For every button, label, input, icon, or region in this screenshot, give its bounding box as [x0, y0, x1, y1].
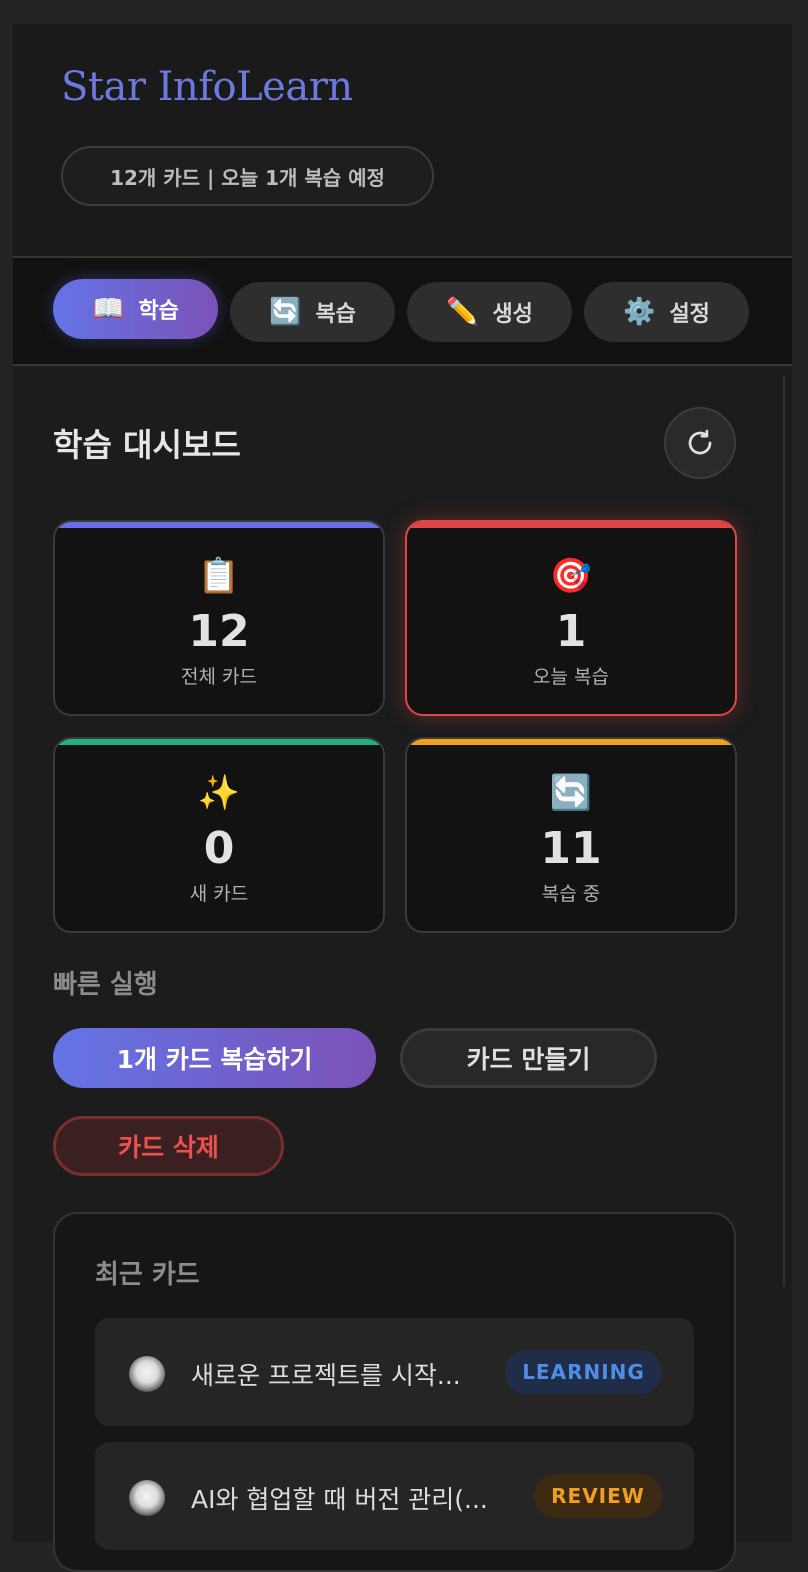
tab-create[interactable]: ✏️ 생성: [407, 282, 572, 342]
dashboard-title: 학습 대시보드: [53, 426, 241, 464]
app-header: Star InfoLearn 12개 카드 | 오늘 1개 복습 예정: [13, 24, 792, 256]
gear-icon: ⚙️: [623, 297, 656, 327]
tab-create-label: 생성: [492, 302, 533, 327]
stat-accent-bar: [407, 522, 735, 528]
recent-cards-panel: 최근 카드 새로운 프로젝트를 시작... LEARNING AI와 협업할 때…: [53, 1212, 736, 1572]
stat-in-review: 🔄 11 복습 중: [405, 737, 737, 933]
status-badge: REVIEW: [534, 1474, 662, 1518]
recent-card-item[interactable]: 새로운 프로젝트를 시작... LEARNING: [95, 1318, 694, 1426]
pencil-icon: ✏️: [446, 297, 479, 327]
card-title: AI와 협업할 때 버전 관리(...: [191, 1485, 488, 1514]
stat-label: 새 카드: [189, 883, 249, 905]
card-status-dot-icon: [129, 1356, 165, 1392]
tab-bar: 📖 학습 🔄 복습 ✏️ 생성 ⚙️ 설정: [13, 256, 792, 366]
stat-value: 12: [188, 606, 250, 657]
clipboard-icon: 📋: [197, 556, 241, 596]
stat-value: 0: [203, 823, 235, 874]
tab-study[interactable]: 📖 학습: [53, 279, 218, 339]
sparkles-icon: ✨: [197, 773, 241, 813]
refresh-arrows-icon: 🔄: [269, 297, 302, 327]
stat-value: 1: [555, 606, 587, 657]
recent-cards-title: 최근 카드: [95, 1260, 200, 1290]
card-title: 새로운 프로젝트를 시작...: [191, 1361, 461, 1390]
stat-new-cards: ✨ 0 새 카드: [53, 737, 385, 933]
stat-accent-bar: [55, 739, 383, 745]
stat-value: 11: [540, 823, 602, 874]
tab-review[interactable]: 🔄 복습: [230, 282, 395, 342]
tab-settings[interactable]: ⚙️ 설정: [584, 282, 749, 342]
card-status-dot-icon: [129, 1480, 165, 1516]
book-icon: 📖: [92, 294, 125, 324]
refresh-arrows-icon: 🔄: [549, 773, 593, 813]
recent-card-item[interactable]: AI와 협업할 때 버전 관리(... REVIEW: [95, 1442, 694, 1550]
stat-accent-bar: [407, 739, 735, 745]
stat-label: 오늘 복습: [533, 666, 609, 688]
tab-study-label: 학습: [138, 299, 179, 324]
status-badge: LEARNING: [505, 1350, 662, 1394]
stat-today-review: 🎯 1 오늘 복습: [405, 520, 737, 716]
tab-settings-label: 설정: [669, 302, 710, 327]
refresh-icon: [688, 429, 712, 455]
stat-label: 복습 중: [541, 883, 601, 905]
summary-badge: 12개 카드 | 오늘 1개 복습 예정: [61, 146, 434, 206]
scrollbar-track[interactable]: [783, 376, 785, 1286]
quick-actions-title: 빠른 실행: [53, 970, 158, 1000]
stat-total-cards: 📋 12 전체 카드: [53, 520, 385, 716]
tab-review-label: 복습: [315, 302, 356, 327]
create-card-button[interactable]: 카드 만들기: [400, 1028, 657, 1088]
review-cards-button[interactable]: 1개 카드 복습하기: [53, 1028, 376, 1088]
delete-card-button[interactable]: 카드 삭제: [53, 1116, 284, 1176]
app-frame: Star InfoLearn 12개 카드 | 오늘 1개 복습 예정 📖 학습…: [13, 24, 792, 1572]
app-title: Star InfoLearn: [61, 64, 353, 110]
stat-label: 전체 카드: [181, 666, 257, 688]
refresh-button[interactable]: [664, 407, 736, 479]
target-icon: 🎯: [549, 556, 593, 596]
stat-accent-bar: [55, 522, 383, 528]
